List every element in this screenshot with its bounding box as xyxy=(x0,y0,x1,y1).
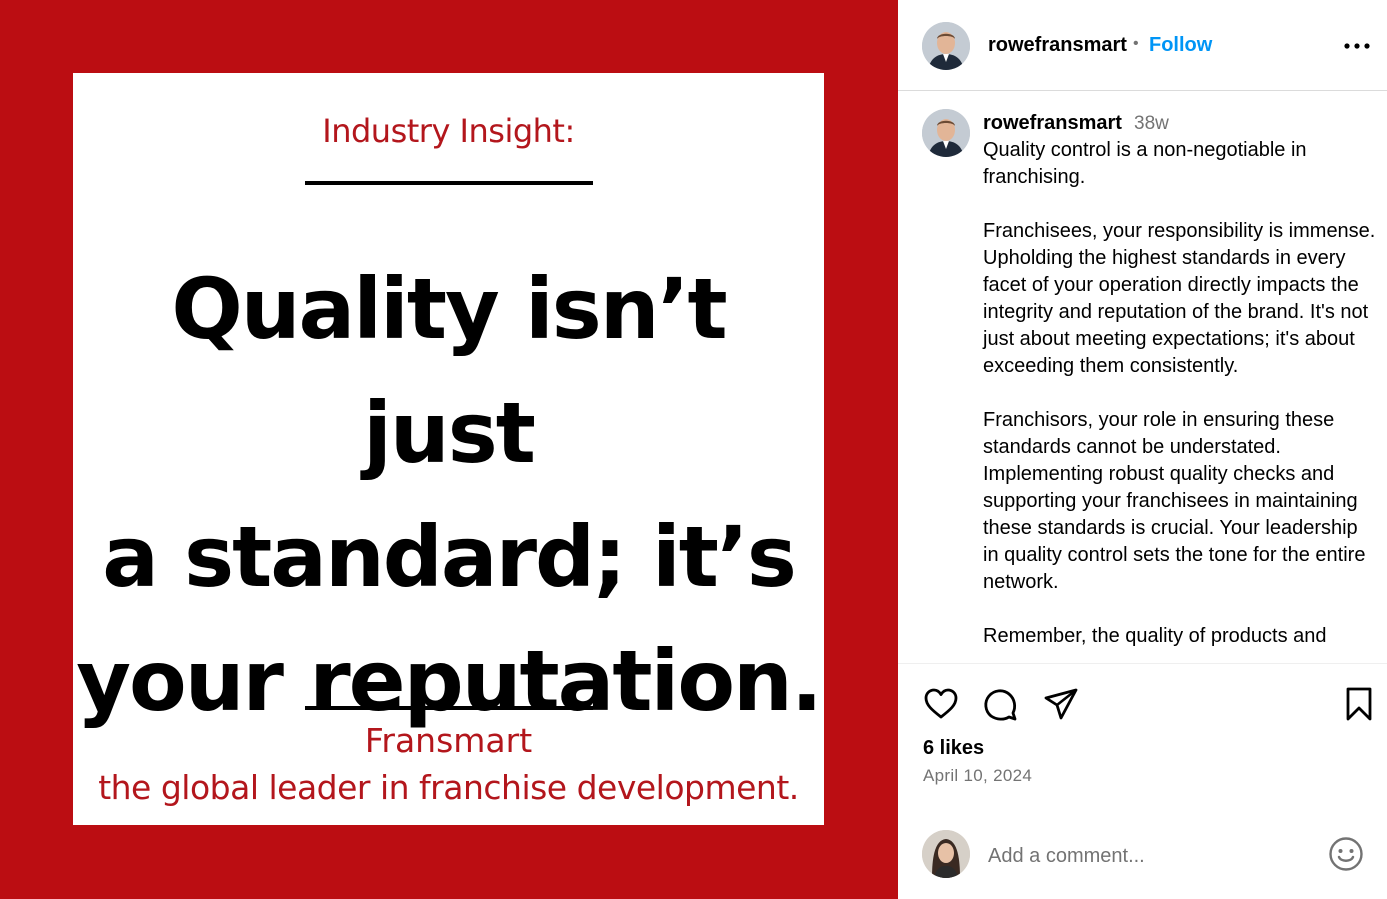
brand-tagline: the global leader in franchise developme… xyxy=(98,768,799,807)
author-avatar[interactable] xyxy=(922,22,970,70)
emoji-icon[interactable] xyxy=(1328,836,1364,872)
caption-avatar[interactable] xyxy=(922,109,970,157)
caption-text: Quality control is a non-negotiable in f… xyxy=(983,139,1376,647)
quote-card: Industry Insight: Quality isn’t just a s… xyxy=(73,73,824,825)
post-panel: rowefransmart • Follow rowefransmart 38w… xyxy=(898,0,1387,899)
post-header: rowefransmart • Follow xyxy=(898,0,1387,91)
headline-line: Quality isn’t just xyxy=(171,260,727,482)
caption-username[interactable]: rowefransmart xyxy=(983,112,1122,135)
author-username[interactable]: rowefransmart xyxy=(988,34,1127,57)
headline-line: a standard; it’s xyxy=(102,508,797,606)
top-divider xyxy=(305,181,593,185)
more-horizontal-icon[interactable] xyxy=(1343,34,1371,58)
separator-dot: • xyxy=(1133,35,1139,52)
bottom-divider xyxy=(305,706,593,710)
post-date[interactable]: April 10, 2024 xyxy=(923,766,1032,786)
caption-section[interactable]: rowefransmart 38w Quality control is a n… xyxy=(898,92,1387,663)
comment-input[interactable] xyxy=(988,841,1308,871)
brand-name: Fransmart xyxy=(364,721,533,760)
headline-line: your reputation. xyxy=(76,632,822,730)
viewer-avatar xyxy=(922,830,970,878)
caption-timestamp[interactable]: 38w xyxy=(1134,113,1169,135)
quote-kicker: Industry Insight: xyxy=(322,112,575,150)
quote-headline: Quality isn’t just a standard; it’s your… xyxy=(73,247,824,743)
follow-button[interactable]: Follow xyxy=(1149,34,1212,57)
likes-count[interactable]: 6 likes xyxy=(923,737,984,760)
share-icon[interactable] xyxy=(1042,685,1080,723)
comment-bar xyxy=(898,815,1387,899)
comment-icon[interactable] xyxy=(982,685,1020,723)
divider xyxy=(898,663,1387,664)
post-image[interactable]: Industry Insight: Quality isn’t just a s… xyxy=(0,0,898,899)
heart-icon[interactable] xyxy=(922,685,960,723)
bookmark-icon[interactable] xyxy=(1340,685,1378,723)
